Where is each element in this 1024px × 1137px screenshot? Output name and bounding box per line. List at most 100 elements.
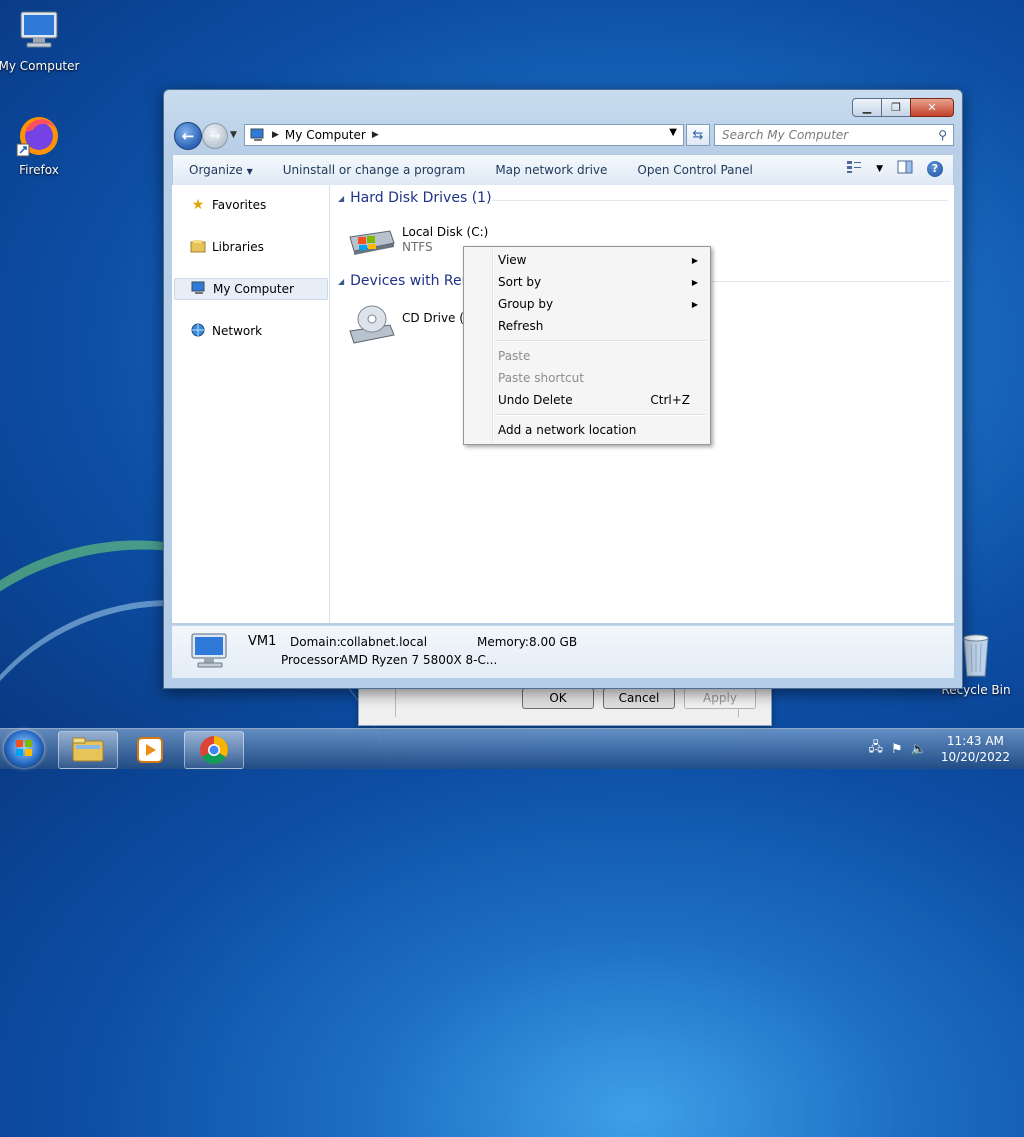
breadcrumb-my-computer[interactable]: My Computer (285, 128, 366, 142)
menu-item-label: Add a network location (498, 423, 637, 437)
taskbar-chrome[interactable] (184, 731, 244, 769)
menu-item-refresh[interactable]: Refresh (498, 316, 692, 336)
view-controls: ▼ ? (846, 160, 943, 177)
windows-logo-icon (16, 740, 32, 756)
group-header-hard-disk-drives[interactable]: ◢ Hard Disk Drives (1) (338, 190, 492, 206)
preview-pane-icon (897, 160, 913, 174)
menu-item-label: Paste (498, 349, 531, 363)
desktop-icon-firefox[interactable]: Firefox (0, 110, 81, 177)
nav-item-network[interactable]: Network (174, 321, 326, 341)
volume-icon[interactable]: 🔈 (911, 742, 927, 757)
details-pane: VM1 Domain: collabnet.local Memory: 8.00… (172, 625, 954, 678)
context-menu: View ▶ Sort by ▶ Group by ▶ Refresh Past… (463, 246, 711, 445)
menu-item-add-network-location[interactable]: Add a network location (498, 420, 692, 440)
search-input[interactable]: Search My Computer (722, 128, 938, 142)
organize-button[interactable]: Organize ▼ (173, 163, 268, 177)
map-network-drive-button[interactable]: Map network drive (480, 163, 622, 177)
library-icon (190, 239, 206, 256)
open-control-panel-button[interactable]: Open Control Panel (622, 163, 767, 177)
address-dropdown-icon[interactable]: ▼ (669, 127, 677, 138)
drive-cd-d[interactable]: CD Drive (D (346, 303, 473, 347)
computer-icon (0, 8, 81, 57)
back-arrow-icon: ← (181, 127, 195, 145)
breadcrumb-separator-icon[interactable]: ▶ (272, 130, 279, 140)
minimize-button[interactable]: ▁ (852, 98, 882, 117)
navigation-pane: ★ Favorites Libraries My Computer Networ… (172, 185, 330, 623)
view-options-icon (847, 161, 862, 173)
network-icon (190, 323, 206, 340)
navigation-bar: ← → ▼ ▶ My Computer ▶ ▼ ⇆ Search My Comp… (172, 122, 954, 150)
menu-item-undo-delete[interactable]: Undo Delete Ctrl+Z (498, 390, 692, 410)
submenu-arrow-icon: ▶ (691, 255, 698, 265)
memory-value: 8.00 GB (529, 635, 578, 649)
menu-item-view[interactable]: View ▶ (498, 250, 698, 270)
menu-separator (496, 340, 706, 342)
media-player-icon (137, 737, 163, 763)
desktop-icon-my-computer[interactable]: My Computer (0, 8, 81, 73)
recent-pages-dropdown[interactable]: ▼ (230, 130, 237, 140)
organize-label: Organize (189, 163, 243, 177)
taskbar-media-player[interactable] (121, 731, 179, 769)
processor-label: Processor: (281, 653, 343, 667)
drive-name: Local Disk (C:) (402, 225, 489, 239)
collapse-triangle-icon[interactable]: ◢ (338, 194, 344, 203)
minimize-icon: ▁ (862, 101, 872, 114)
menu-item-label: Refresh (498, 319, 544, 333)
breadcrumb-separator-icon[interactable]: ▶ (372, 130, 379, 140)
view-dropdown-icon[interactable]: ▼ (876, 164, 883, 174)
nav-item-favorites[interactable]: ★ Favorites (174, 195, 326, 215)
computer-icon (250, 128, 264, 141)
nav-item-my-computer[interactable]: My Computer (174, 278, 328, 300)
menu-item-shortcut: Ctrl+Z (650, 393, 690, 407)
close-button[interactable]: ✕ (910, 98, 954, 117)
cd-drive-icon (349, 305, 395, 344)
maximize-button[interactable]: ❐ (881, 98, 911, 117)
forward-button[interactable]: → (202, 123, 228, 149)
nav-label: My Computer (213, 282, 294, 296)
menu-item-sort-by[interactable]: Sort by ▶ (498, 272, 698, 292)
computer-icon (191, 281, 207, 298)
refresh-button[interactable]: ⇆ (686, 124, 710, 146)
clock-date: 10/20/2022 (940, 750, 1010, 764)
address-bar[interactable]: ▶ My Computer ▶ ▼ (244, 124, 684, 146)
cancel-button[interactable]: Cancel (603, 688, 675, 709)
start-button[interactable] (4, 730, 44, 768)
taskbar-explorer[interactable] (58, 731, 118, 769)
network-status-icon[interactable]: 🖧 (868, 738, 883, 760)
domain-label: Domain: (290, 635, 341, 649)
group-title: Hard Disk Drives (1) (350, 190, 492, 206)
chevron-down-icon: ▼ (246, 167, 253, 176)
preview-pane-button[interactable] (897, 160, 913, 177)
uninstall-program-button[interactable]: Uninstall or change a program (268, 163, 481, 177)
ok-button[interactable]: OK (522, 688, 594, 709)
forward-arrow-icon: → (209, 128, 221, 144)
firefox-icon (0, 110, 81, 161)
processor-value: AMD Ryzen 7 5800X 8-C... (340, 653, 498, 667)
search-icon[interactable]: ⚲ (938, 128, 947, 142)
back-button[interactable]: ← (174, 122, 202, 150)
nav-item-libraries[interactable]: Libraries (174, 237, 326, 257)
menu-item-label: Group by (498, 297, 554, 311)
action-center-flag-icon[interactable]: ⚑ (891, 742, 903, 757)
taskbar: 🖧 ⚑ 🔈 11:43 AM 10/20/2022 (0, 728, 1024, 769)
nav-label: Favorites (212, 198, 267, 212)
help-button[interactable]: ? (927, 160, 943, 177)
menu-item-group-by[interactable]: Group by ▶ (498, 294, 698, 314)
computer-icon (191, 633, 227, 668)
menu-separator (496, 414, 706, 416)
computer-name: VM1 (248, 634, 277, 649)
menu-item-paste-shortcut[interactable]: Paste shortcut (498, 368, 692, 388)
submenu-arrow-icon: ▶ (691, 299, 698, 309)
search-box[interactable]: Search My Computer ⚲ (714, 124, 954, 146)
menu-item-paste[interactable]: Paste (498, 346, 692, 366)
apply-button[interactable]: Apply (684, 688, 756, 709)
group-header-removable-devices[interactable]: ◢ Devices with Ren (338, 273, 471, 289)
desktop-icon-label: My Computer (0, 59, 80, 73)
submenu-arrow-icon: ▶ (691, 277, 698, 287)
group-divider (706, 281, 950, 282)
chrome-icon (200, 736, 228, 764)
clock[interactable]: 11:43 AM 10/20/2022 (941, 733, 1010, 765)
domain-value: collabnet.local (340, 635, 428, 649)
change-view-button[interactable] (846, 160, 862, 177)
collapse-triangle-icon[interactable]: ◢ (338, 277, 344, 286)
